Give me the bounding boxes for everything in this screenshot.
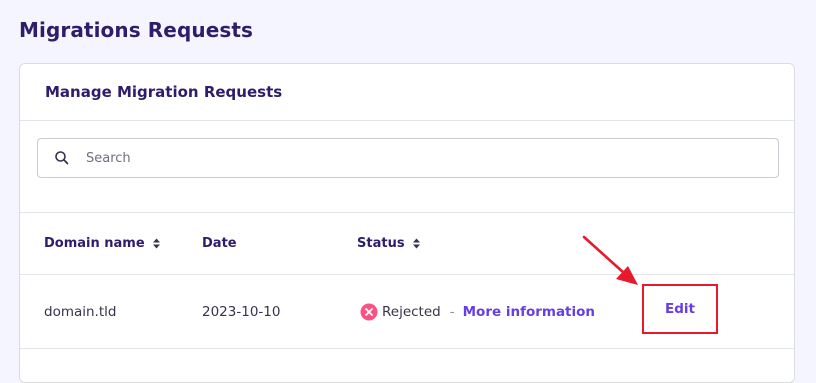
date-cell: 2023-10-10 [202, 303, 281, 320]
edit-button[interactable]: Edit [642, 284, 718, 334]
x-circle-icon [360, 303, 378, 321]
table-row: domain.tld 2023-10-10 Rejected - More in… [20, 275, 794, 349]
search-box[interactable] [37, 138, 779, 178]
more-information-link[interactable]: More information [463, 304, 595, 320]
status-separator: - [449, 303, 455, 320]
card-title: Manage Migration Requests [45, 83, 283, 101]
search-icon [54, 150, 70, 166]
sort-icon[interactable] [412, 238, 421, 249]
status-cell: Rejected - More information [360, 275, 595, 348]
column-header-date: Date [202, 213, 237, 274]
column-header-domain-name[interactable]: Domain name [44, 213, 161, 274]
sort-icon[interactable] [152, 238, 161, 249]
card-header: Manage Migration Requests [20, 64, 794, 121]
column-header-label: Domain name [44, 236, 145, 251]
page-title: Migrations Requests [19, 18, 254, 42]
table-header: Domain name Date Status [20, 212, 794, 275]
column-header-status[interactable]: Status [357, 213, 421, 274]
search-input[interactable] [86, 150, 686, 166]
domain-cell: domain.tld [44, 303, 117, 320]
column-header-label: Status [357, 236, 405, 251]
migration-requests-card: Manage Migration Requests Domain name Da… [19, 63, 795, 383]
status-label: Rejected [382, 303, 441, 320]
column-header-label: Date [202, 236, 237, 251]
